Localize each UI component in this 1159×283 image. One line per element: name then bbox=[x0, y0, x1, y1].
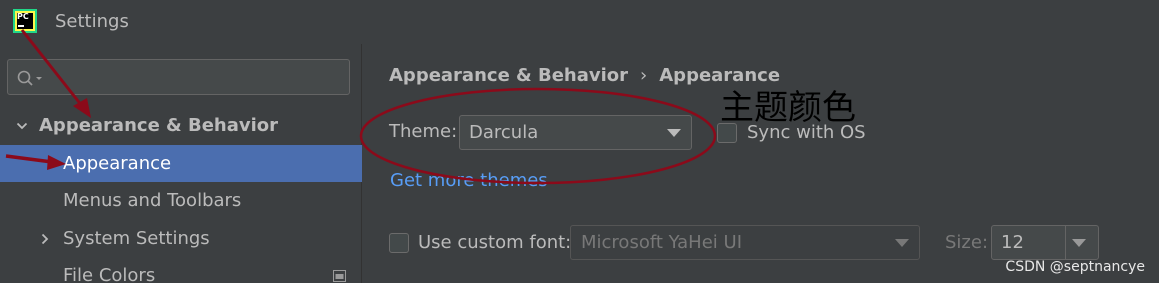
tree-item-label: Menus and Toolbars bbox=[63, 190, 242, 211]
use-custom-font-checkbox[interactable] bbox=[389, 233, 409, 253]
tree-item-menus-toolbars[interactable]: Menus and Toolbars bbox=[0, 182, 362, 219]
project-settings-icon bbox=[333, 270, 346, 282]
watermark: CSDN @septnancye bbox=[1005, 259, 1145, 275]
breadcrumb-separator: › bbox=[640, 65, 648, 86]
theme-dropdown[interactable]: Darcula bbox=[459, 115, 692, 150]
theme-value: Darcula bbox=[469, 122, 539, 143]
tree-item-label: Appearance bbox=[63, 153, 172, 174]
use-custom-font-label[interactable]: Use custom font: bbox=[418, 232, 571, 253]
get-more-themes-link[interactable]: Get more themes bbox=[390, 170, 548, 191]
search-icon[interactable] bbox=[17, 69, 47, 87]
font-value: Microsoft YaHei UI bbox=[581, 232, 742, 253]
chevron-right-icon[interactable] bbox=[39, 233, 51, 245]
tree-item-label: File Colors bbox=[63, 265, 156, 283]
tree-item-system-settings[interactable]: System Settings bbox=[0, 220, 362, 257]
tree-item-appearance-behavior[interactable]: Appearance & Behavior bbox=[0, 107, 362, 144]
font-size-value[interactable]: 12 bbox=[1001, 226, 1024, 259]
settings-sidebar: Appearance & Behavior Appearance Menus a… bbox=[0, 44, 362, 283]
annotation-text: 主题颜色 bbox=[720, 88, 856, 128]
font-size-combobox[interactable]: 12 bbox=[991, 225, 1099, 260]
tree-item-label: System Settings bbox=[63, 228, 210, 249]
tree-item-appearance[interactable]: Appearance bbox=[0, 145, 362, 182]
dropdown-arrow-icon[interactable] bbox=[1072, 239, 1086, 247]
pycharm-logo-icon: PC bbox=[13, 9, 37, 33]
theme-label: Theme: bbox=[389, 121, 458, 142]
breadcrumb-parent[interactable]: Appearance & Behavior bbox=[389, 65, 628, 86]
tree-item-label: Appearance & Behavior bbox=[39, 115, 279, 136]
settings-search-input[interactable] bbox=[7, 59, 350, 95]
combobox-divider bbox=[1065, 226, 1066, 259]
dropdown-arrow-icon[interactable] bbox=[895, 239, 909, 247]
window-title: Settings bbox=[55, 11, 129, 32]
font-dropdown[interactable]: Microsoft YaHei UI bbox=[570, 225, 920, 260]
size-label: Size: bbox=[945, 232, 989, 253]
title-bar: PC Settings bbox=[0, 0, 1159, 44]
logo-text: PC bbox=[17, 12, 29, 21]
dropdown-arrow-icon[interactable] bbox=[667, 129, 681, 137]
tree-item-file-colors[interactable]: File Colors bbox=[0, 257, 362, 283]
chevron-down-icon[interactable] bbox=[16, 120, 28, 132]
